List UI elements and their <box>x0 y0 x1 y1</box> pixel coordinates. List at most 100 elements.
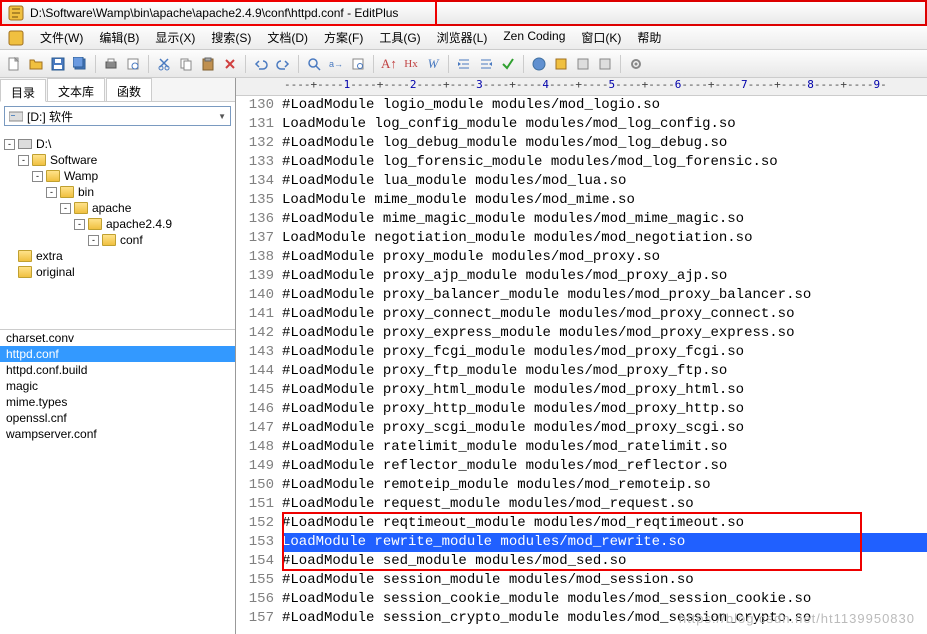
code-line[interactable]: 136#LoadModule mime_magic_module modules… <box>236 210 927 229</box>
undo-button[interactable] <box>251 54 271 74</box>
menu-item[interactable]: 编辑(B) <box>91 27 147 48</box>
folder-tree[interactable]: -D:\-Software-Wamp-bin-apache-apache2.4.… <box>0 130 235 330</box>
code-line[interactable]: 153LoadModule rewrite_module modules/mod… <box>236 533 927 552</box>
tree-item[interactable]: -apache <box>4 200 231 216</box>
file-item[interactable]: charset.conv <box>0 330 235 346</box>
replace-button[interactable]: a→b <box>326 54 346 74</box>
file-item[interactable]: httpd.conf.build <box>0 362 235 378</box>
save-all-button[interactable] <box>70 54 90 74</box>
file-item[interactable]: magic <box>0 378 235 394</box>
expand-toggle-icon[interactable]: - <box>46 187 57 198</box>
code-line[interactable]: 154#LoadModule sed_module modules/mod_se… <box>236 552 927 571</box>
menu-item[interactable]: 窗口(K) <box>573 27 629 48</box>
code-line[interactable]: 146#LoadModule proxy_http_module modules… <box>236 400 927 419</box>
menu-item[interactable]: Zen Coding <box>495 27 573 48</box>
code-line[interactable]: 147#LoadModule proxy_scgi_module modules… <box>236 419 927 438</box>
expand-toggle-icon[interactable]: - <box>18 155 29 166</box>
tree-item[interactable]: -conf <box>4 232 231 248</box>
code-line[interactable]: 148#LoadModule ratelimit_module modules/… <box>236 438 927 457</box>
expand-toggle-icon[interactable]: - <box>88 235 99 246</box>
code-line[interactable]: 149#LoadModule reflector_module modules/… <box>236 457 927 476</box>
drive-selector[interactable]: [D:] 软件 ▼ <box>4 106 231 126</box>
code-line[interactable]: 156#LoadModule session_cookie_module mod… <box>236 590 927 609</box>
print-preview-button[interactable] <box>123 54 143 74</box>
line-text: #LoadModule log_forensic_module modules/… <box>282 153 927 172</box>
sidebar-tab[interactable]: 函数 <box>106 78 152 101</box>
wordwrap-button[interactable]: W <box>423 54 443 74</box>
sidebar-tab[interactable]: 目录 <box>0 79 46 102</box>
file-item[interactable]: wampserver.conf <box>0 426 235 442</box>
code-line[interactable]: 137LoadModule negotiation_module modules… <box>236 229 927 248</box>
file-list[interactable]: charset.convhttpd.confhttpd.conf.buildma… <box>0 330 235 634</box>
expand-toggle-icon[interactable]: - <box>60 203 71 214</box>
tree-item[interactable]: -Software <box>4 152 231 168</box>
file-item[interactable]: httpd.conf <box>0 346 235 362</box>
code-line[interactable]: 144#LoadModule proxy_ftp_module modules/… <box>236 362 927 381</box>
line-number: 147 <box>236 419 282 438</box>
toolbar-separator <box>245 55 246 73</box>
tree-item[interactable]: extra <box>4 248 231 264</box>
menu-item[interactable]: 显示(X) <box>147 27 203 48</box>
code-line[interactable]: 150#LoadModule remoteip_module modules/m… <box>236 476 927 495</box>
tool1-button[interactable] <box>551 54 571 74</box>
outdent-button[interactable] <box>476 54 496 74</box>
code-line[interactable]: 152#LoadModule reqtimeout_module modules… <box>236 514 927 533</box>
menu-item[interactable]: 文件(W) <box>32 27 91 48</box>
tool2-button[interactable] <box>573 54 593 74</box>
code-line[interactable]: 135LoadModule mime_module modules/mod_mi… <box>236 191 927 210</box>
code-line[interactable]: 134#LoadModule lua_module modules/mod_lu… <box>236 172 927 191</box>
tree-item[interactable]: original <box>4 264 231 280</box>
find-button[interactable] <box>304 54 324 74</box>
menu-item[interactable]: 方案(F) <box>316 27 371 48</box>
menu-item[interactable]: 搜索(S) <box>203 27 259 48</box>
print-button[interactable] <box>101 54 121 74</box>
new-file-button[interactable] <box>4 54 24 74</box>
find-in-files-button[interactable] <box>348 54 368 74</box>
tool3-button[interactable] <box>595 54 615 74</box>
line-text: #LoadModule proxy_html_module modules/mo… <box>282 381 927 400</box>
redo-button[interactable] <box>273 54 293 74</box>
check-button[interactable] <box>498 54 518 74</box>
code-line[interactable]: 130#LoadModule logio_module modules/mod_… <box>236 96 927 115</box>
delete-button[interactable] <box>220 54 240 74</box>
line-text: LoadModule mime_module modules/mod_mime.… <box>282 191 927 210</box>
indent-button[interactable] <box>454 54 474 74</box>
code-line[interactable]: 145#LoadModule proxy_html_module modules… <box>236 381 927 400</box>
settings-button[interactable] <box>626 54 646 74</box>
code-line[interactable]: 132#LoadModule log_debug_module modules/… <box>236 134 927 153</box>
code-line[interactable]: 155#LoadModule session_module modules/mo… <box>236 571 927 590</box>
browser-button[interactable] <box>529 54 549 74</box>
code-line[interactable]: 131LoadModule log_config_module modules/… <box>236 115 927 134</box>
open-file-button[interactable] <box>26 54 46 74</box>
code-line[interactable]: 140#LoadModule proxy_balancer_module mod… <box>236 286 927 305</box>
tree-item[interactable]: -Wamp <box>4 168 231 184</box>
menu-item[interactable]: 浏览器(L) <box>429 27 496 48</box>
menu-item[interactable]: 帮助 <box>629 27 669 48</box>
menu-item[interactable]: 文档(D) <box>259 27 316 48</box>
menu-item[interactable]: 工具(G) <box>371 27 428 48</box>
font-increase-button[interactable]: A↑ <box>379 54 399 74</box>
code-line[interactable]: 141#LoadModule proxy_connect_module modu… <box>236 305 927 324</box>
tree-item[interactable]: -bin <box>4 184 231 200</box>
tree-item[interactable]: -D:\ <box>4 136 231 152</box>
code-line[interactable]: 139#LoadModule proxy_ajp_module modules/… <box>236 267 927 286</box>
line-text: LoadModule rewrite_module modules/mod_re… <box>282 533 927 552</box>
code-line[interactable]: 142#LoadModule proxy_express_module modu… <box>236 324 927 343</box>
file-item[interactable]: openssl.cnf <box>0 410 235 426</box>
cut-button[interactable] <box>154 54 174 74</box>
expand-toggle-icon[interactable]: - <box>74 219 85 230</box>
paste-button[interactable] <box>198 54 218 74</box>
file-item[interactable]: mime.types <box>0 394 235 410</box>
save-button[interactable] <box>48 54 68 74</box>
tree-item[interactable]: -apache2.4.9 <box>4 216 231 232</box>
expand-toggle-icon[interactable]: - <box>4 139 15 150</box>
code-line[interactable]: 151#LoadModule request_module modules/mo… <box>236 495 927 514</box>
code-line[interactable]: 133#LoadModule log_forensic_module modul… <box>236 153 927 172</box>
sidebar-tab[interactable]: 文本库 <box>47 78 105 101</box>
expand-toggle-icon[interactable]: - <box>32 171 43 182</box>
code-line[interactable]: 143#LoadModule proxy_fcgi_module modules… <box>236 343 927 362</box>
hex-button[interactable]: Hx <box>401 54 421 74</box>
code-line[interactable]: 138#LoadModule proxy_module modules/mod_… <box>236 248 927 267</box>
copy-button[interactable] <box>176 54 196 74</box>
code-area[interactable]: 130#LoadModule logio_module modules/mod_… <box>236 96 927 634</box>
